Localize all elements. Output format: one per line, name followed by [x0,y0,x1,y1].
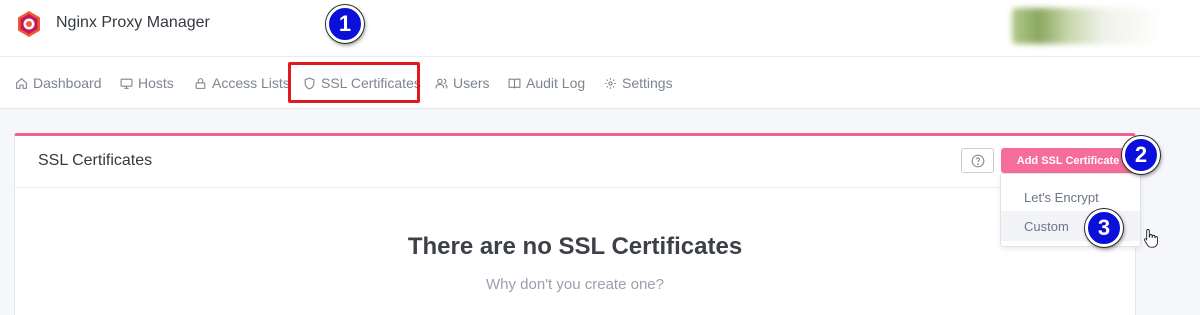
ssl-certificates-card: SSL Certificates Add SSL Certificate The… [14,133,1136,315]
nav-label: Dashboard [33,75,102,91]
add-ssl-certificate-button[interactable]: Add SSL Certificate [1001,148,1135,173]
top-header: Nginx Proxy Manager [0,0,1200,57]
hand-cursor-icon [1144,229,1158,248]
home-icon [16,77,27,89]
nav-label: Audit Log [526,75,586,91]
nav-audit-log[interactable]: Audit Log [508,57,585,109]
book-icon [508,78,521,88]
nav-users[interactable]: Users [435,57,490,109]
app-logo-icon[interactable] [15,10,43,38]
card-title: SSL Certificates [38,152,153,169]
monitor-icon [120,78,133,89]
lock-icon [195,77,206,89]
nav-label: Hosts [138,75,174,91]
nav-label: Access Lists [212,75,290,91]
step-badge-1: 1 [326,5,364,43]
dropdown-item-lets-encrypt[interactable]: Let's Encrypt [1001,182,1140,212]
user-avatar[interactable] [1012,8,1162,44]
card-header: SSL Certificates Add SSL Certificate [15,136,1135,188]
ssl-nav-highlight [288,62,420,103]
nav-label: Settings [622,75,673,91]
gear-icon [605,77,616,89]
nav-label: Users [453,75,490,91]
users-icon [435,78,448,88]
nav-dashboard[interactable]: Dashboard [15,57,102,109]
step-badge-3: 3 [1085,209,1123,247]
app-title: Nginx Proxy Manager [56,14,210,31]
step-badge-2: 2 [1122,136,1160,174]
nav-hosts[interactable]: Hosts [120,57,174,109]
main-nav: Dashboard Hosts Access Lists SSL Certifi… [0,57,1200,109]
empty-state-subtitle: Why don't you create one? [486,276,664,293]
nav-access-lists[interactable]: Access Lists [194,57,290,109]
question-icon [971,154,984,167]
help-button[interactable] [961,148,994,173]
nav-settings[interactable]: Settings [604,57,673,109]
empty-state-title: There are no SSL Certificates [407,233,743,260]
